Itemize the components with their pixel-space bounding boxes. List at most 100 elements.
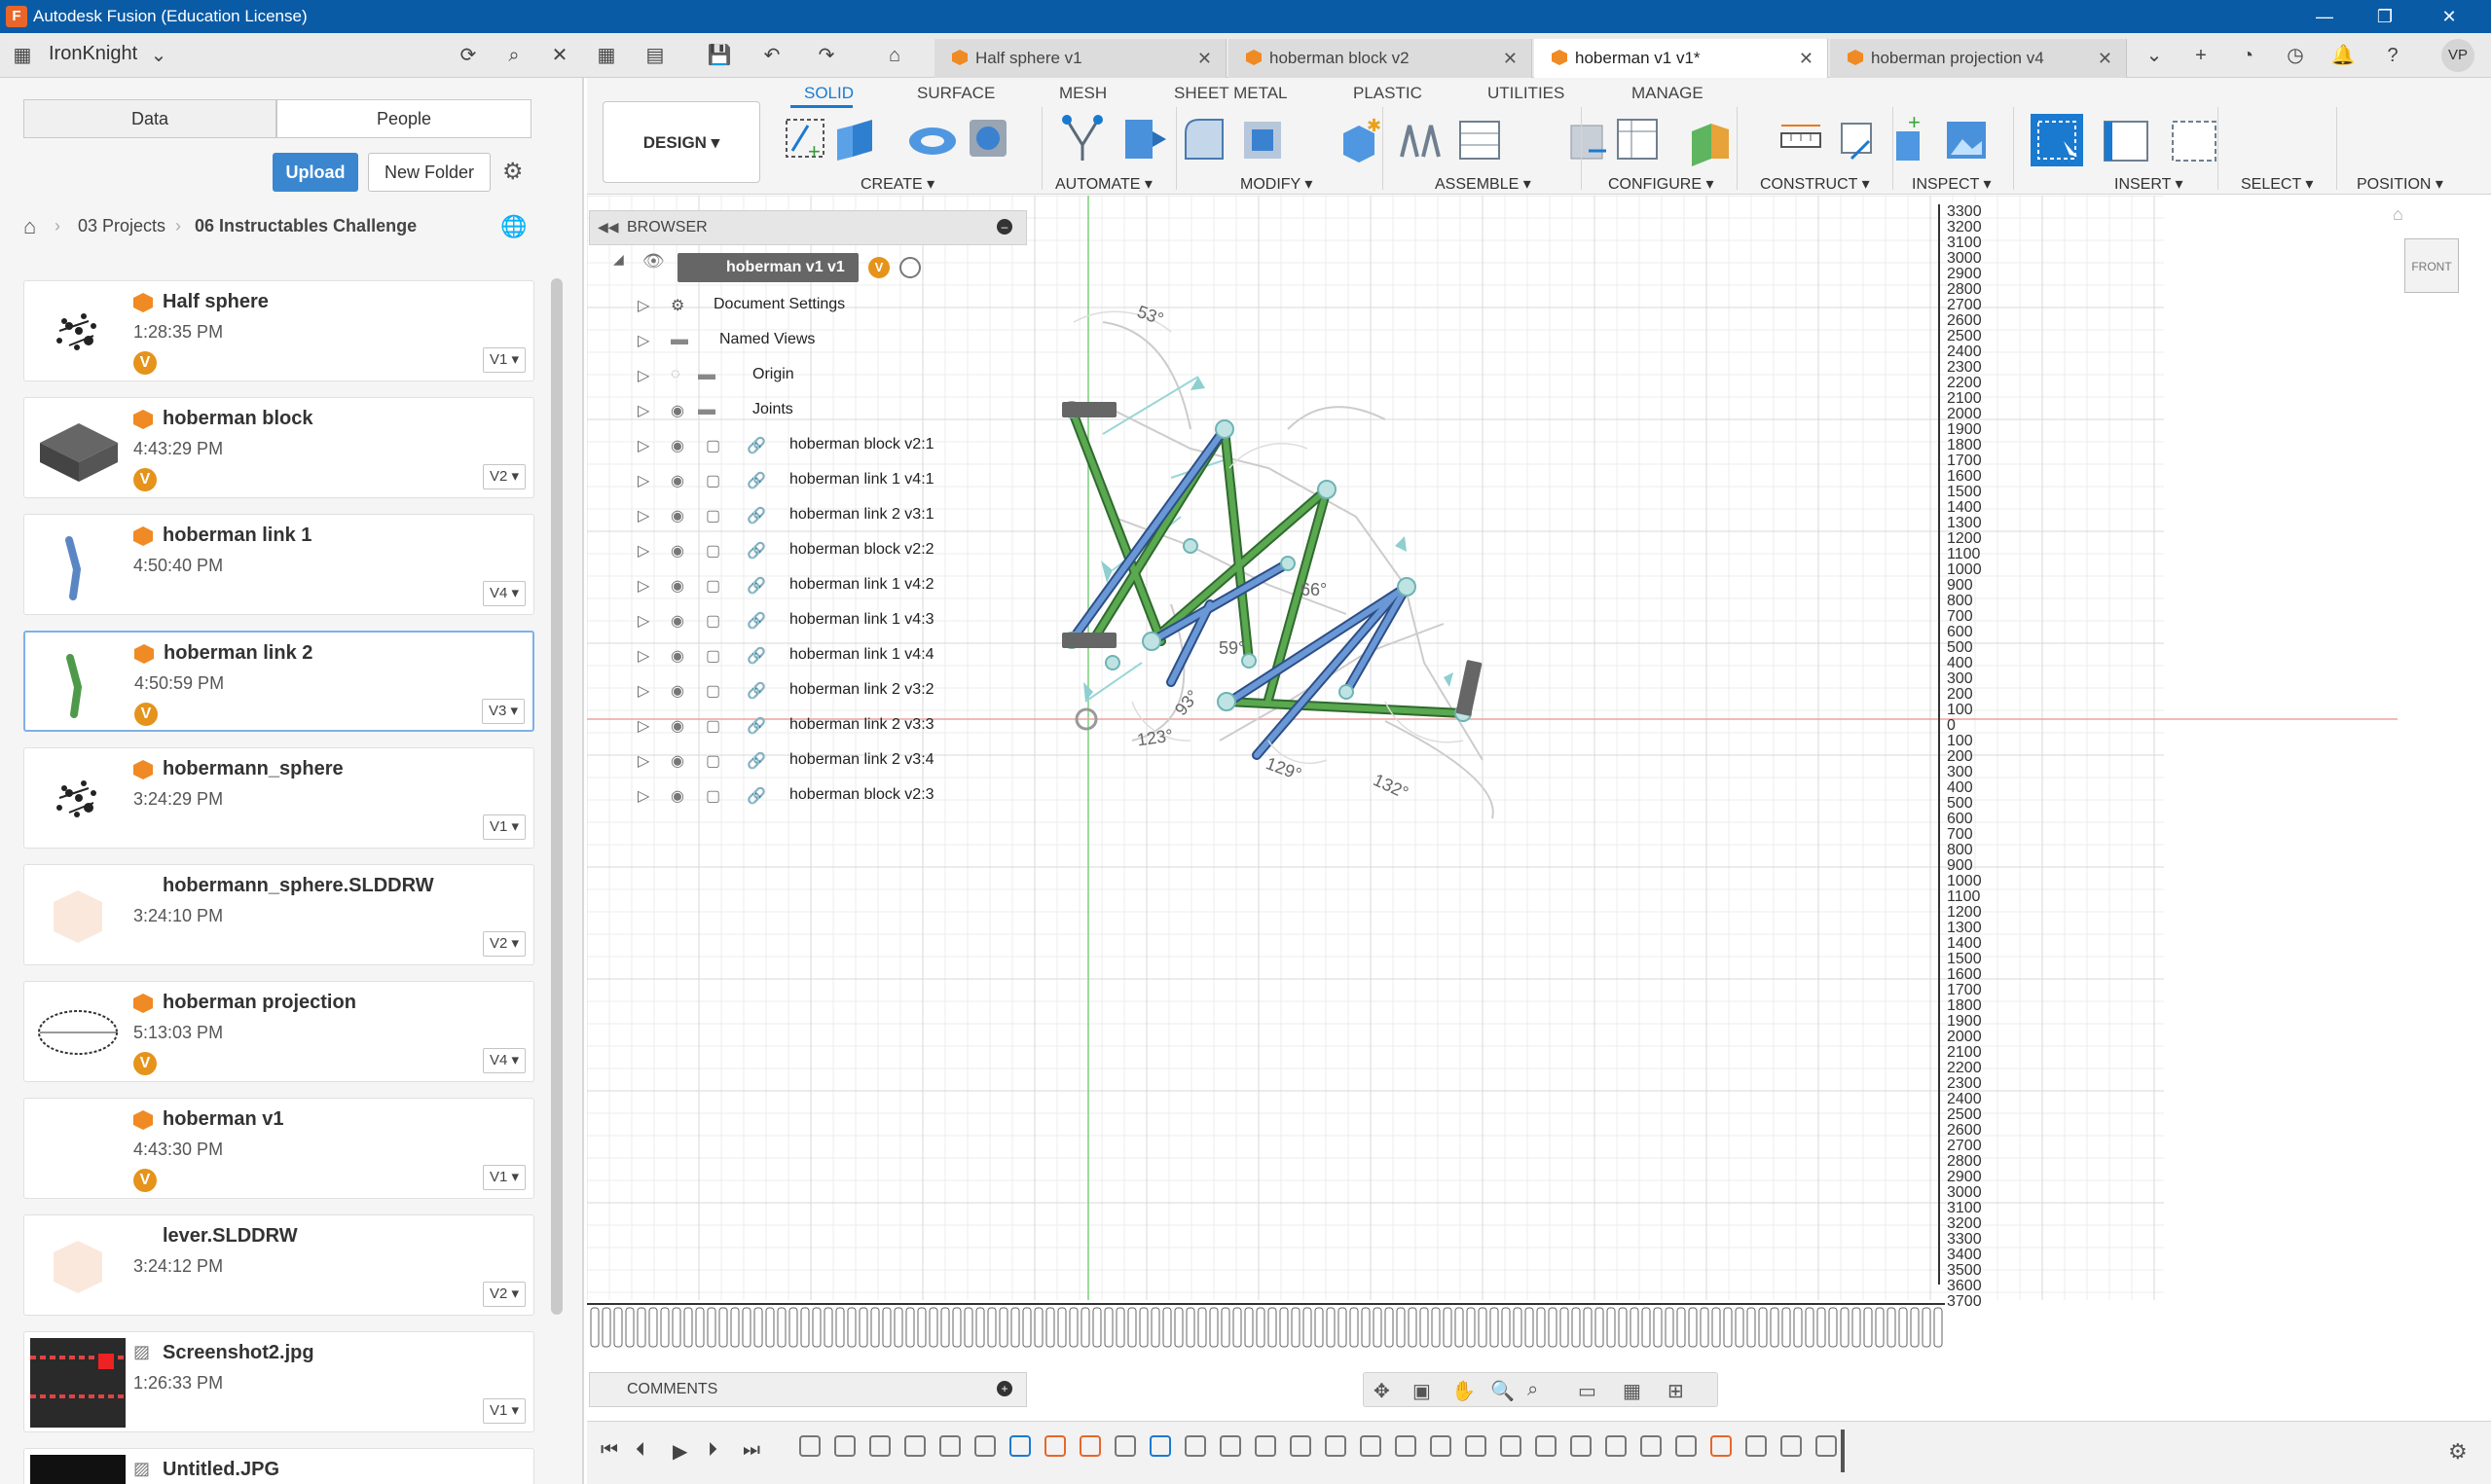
visibility-eye-icon[interactable]: ◉ bbox=[671, 506, 684, 525]
job-status-icon[interactable]: ◷ bbox=[2283, 43, 2308, 68]
activate-radio-icon[interactable] bbox=[899, 257, 921, 278]
visibility-eye-icon[interactable]: ◉ bbox=[671, 436, 684, 455]
timeline-feature-icon[interactable] bbox=[1675, 1435, 1697, 1457]
ribbon-group-configure[interactable]: CONFIGURE ▾ bbox=[1608, 174, 1713, 194]
ribbon-tab-mesh[interactable]: MESH bbox=[1059, 84, 1107, 103]
play-icon[interactable]: ▶ bbox=[673, 1439, 687, 1464]
file-menu-icon[interactable]: ▤ bbox=[642, 43, 668, 68]
timeline-feature-icon[interactable] bbox=[1290, 1435, 1311, 1457]
step-forward-icon[interactable]: ⏵ bbox=[708, 1439, 717, 1462]
expand-arrow-icon[interactable]: ▷ bbox=[638, 611, 649, 631]
expand-arrow-icon[interactable]: ▷ bbox=[638, 296, 649, 315]
version-dropdown[interactable]: V3 ▾ bbox=[482, 699, 525, 724]
timeline-feature-icon[interactable] bbox=[1080, 1435, 1101, 1457]
team-hub-name[interactable]: IronKnight bbox=[49, 43, 137, 65]
timeline-feature-icon[interactable] bbox=[1815, 1435, 1837, 1457]
visibility-eye-icon[interactable]: ◉ bbox=[671, 751, 684, 771]
expand-arrow-icon[interactable]: ▷ bbox=[638, 751, 649, 771]
display-settings-icon[interactable]: ▭ bbox=[1578, 1379, 1596, 1403]
visibility-eye-icon[interactable]: ◉ bbox=[671, 786, 684, 806]
ribbon-group-position[interactable]: POSITION ▾ bbox=[2357, 174, 2443, 194]
file-card[interactable]: hobermann_sphere.SLDDRW 3:24:10 PM V2 ▾ bbox=[23, 864, 534, 965]
hidden-eye-icon[interactable]: ◌ bbox=[671, 366, 680, 383]
file-card[interactable]: ▨ Untitled.JPG bbox=[23, 1448, 534, 1484]
ribbon-tab-sheet-metal[interactable]: SHEET METAL bbox=[1174, 84, 1288, 103]
look-at-icon[interactable]: ▣ bbox=[1412, 1379, 1431, 1403]
ribbon-group-assemble[interactable]: ASSEMBLE ▾ bbox=[1435, 174, 1531, 194]
file-card[interactable]: hoberman v1 4:43:30 PM V V1 ▾ bbox=[23, 1098, 534, 1199]
new-tab-icon[interactable]: + bbox=[2188, 43, 2214, 68]
new-folder-button[interactable]: New Folder bbox=[368, 153, 491, 192]
close-tab-icon[interactable]: ✕ bbox=[1197, 39, 1212, 78]
ribbon-tab-utilities[interactable]: UTILITIES bbox=[1487, 84, 1564, 103]
view-cube[interactable]: FRONT bbox=[2404, 238, 2459, 293]
file-card[interactable]: hoberman link 1 4:50:40 PM V4 ▾ bbox=[23, 514, 534, 615]
settings-gear-icon[interactable]: ⚙ bbox=[502, 158, 524, 186]
file-card[interactable]: hobermann_sphere 3:24:29 PM V1 ▾ bbox=[23, 747, 534, 849]
file-card[interactable]: hoberman block 4:43:29 PM V V2 ▾ bbox=[23, 397, 534, 498]
file-card[interactable]: hoberman link 2 4:50:59 PM V V3 ▾ bbox=[23, 631, 534, 732]
browser-item[interactable]: ▷ ◌ ▬ Origin bbox=[638, 360, 959, 389]
expand-root-icon[interactable]: ◢ bbox=[613, 251, 635, 272]
timeline-feature-icon[interactable] bbox=[834, 1435, 856, 1457]
expand-arrow-icon[interactable]: ▷ bbox=[638, 436, 649, 455]
go-to-end-icon[interactable]: ⏭ bbox=[743, 1439, 760, 1462]
ribbon-group-construct[interactable]: CONSTRUCT ▾ bbox=[1760, 174, 1870, 194]
timeline-feature-icon[interactable] bbox=[1325, 1435, 1346, 1457]
timeline-feature-icon[interactable] bbox=[1044, 1435, 1066, 1457]
browser-item[interactable]: ▷ ◉ ▬ Joints bbox=[638, 395, 959, 424]
timeline-feature-icon[interactable] bbox=[974, 1435, 996, 1457]
help-icon[interactable]: ? bbox=[2380, 43, 2405, 68]
browser-item[interactable]: ▷ ⚙ Document Settings bbox=[638, 290, 959, 319]
file-card[interactable]: hoberman projection 5:13:03 PM V V4 ▾ bbox=[23, 981, 534, 1082]
browser-item[interactable]: ▷ ◉ ▢ 🔗 hoberman block v2:2 bbox=[638, 535, 959, 564]
apps-grid-icon[interactable]: ▦ bbox=[594, 43, 619, 68]
timeline-feature-icon[interactable] bbox=[1570, 1435, 1592, 1457]
expand-arrow-icon[interactable]: ▷ bbox=[638, 576, 649, 596]
browser-root-item[interactable]: hoberman v1 v1 bbox=[678, 253, 859, 282]
browser-item[interactable]: ▷ ◉ ▢ 🔗 hoberman link 1 v4:1 bbox=[638, 465, 959, 494]
globe-icon[interactable]: 🌐 bbox=[500, 214, 527, 239]
ribbon-tab-surface[interactable]: SURFACE bbox=[917, 84, 995, 103]
chevron-down-icon[interactable]: ⌄ bbox=[146, 43, 171, 68]
file-card[interactable]: Half sphere 1:28:35 PM V V1 ▾ bbox=[23, 280, 534, 381]
grid-apps-icon[interactable]: ▦ bbox=[10, 43, 35, 68]
ribbon-group-insert[interactable]: INSERT ▾ bbox=[2114, 174, 2183, 194]
browser-item[interactable]: ▷ ◉ ▢ 🔗 hoberman link 1 v4:2 bbox=[638, 570, 959, 599]
timeline-feature-icon[interactable] bbox=[1465, 1435, 1486, 1457]
viewports-icon[interactable]: ⊞ bbox=[1667, 1379, 1684, 1403]
expand-arrow-icon[interactable]: ▷ bbox=[638, 681, 649, 701]
timeline-feature-icon[interactable] bbox=[1220, 1435, 1241, 1457]
version-dropdown[interactable]: V4 ▾ bbox=[483, 1048, 526, 1073]
browser-item[interactable]: ▷ ◉ ▢ 🔗 hoberman link 2 v3:4 bbox=[638, 745, 959, 775]
notifications-icon[interactable]: 🔔 bbox=[2330, 43, 2356, 68]
timeline-feature-icon[interactable] bbox=[1745, 1435, 1767, 1457]
timeline-marker[interactable] bbox=[1841, 1430, 1845, 1472]
timeline-feature-icon[interactable] bbox=[1605, 1435, 1627, 1457]
extensions-icon[interactable]: ◔ bbox=[2235, 43, 2260, 68]
timeline-feature-icon[interactable] bbox=[1710, 1435, 1732, 1457]
expand-arrow-icon[interactable]: ▷ bbox=[638, 541, 649, 561]
expand-arrow-icon[interactable]: ▷ bbox=[638, 331, 649, 350]
browser-item[interactable]: ▷ ◉ ▢ 🔗 hoberman link 2 v3:3 bbox=[638, 710, 959, 740]
ribbon-group-select[interactable]: SELECT ▾ bbox=[2241, 174, 2313, 194]
upload-button[interactable]: Upload bbox=[273, 153, 358, 192]
restore-icon[interactable]: ❐ bbox=[2356, 0, 2414, 33]
close-tab-icon[interactable]: ✕ bbox=[1503, 39, 1518, 78]
zoom-window-icon[interactable]: ⌕ bbox=[1527, 1379, 1538, 1401]
minimize-panel-icon[interactable]: – bbox=[997, 219, 1012, 235]
refresh-icon[interactable]: ⟳ bbox=[456, 43, 481, 68]
timeline-feature-icon[interactable] bbox=[1395, 1435, 1416, 1457]
ribbon-tab-plastic[interactable]: PLASTIC bbox=[1353, 84, 1422, 103]
visibility-eye-icon[interactable]: ◉ bbox=[671, 681, 684, 701]
file-card[interactable]: lever.SLDDRW 3:24:12 PM V2 ▾ bbox=[23, 1214, 534, 1316]
visibility-eye-icon[interactable]: ◉ bbox=[671, 401, 684, 420]
ribbon-group-modify[interactable]: MODIFY ▾ bbox=[1240, 174, 1312, 194]
step-back-icon[interactable]: ⏴ bbox=[636, 1439, 645, 1462]
visibility-eye-icon[interactable]: ◉ bbox=[671, 611, 684, 631]
timeline-feature-icon[interactable] bbox=[1115, 1435, 1136, 1457]
browser-panel-header[interactable]: ◀◀ BROWSER – bbox=[589, 210, 1027, 245]
timeline-feature-icon[interactable] bbox=[939, 1435, 961, 1457]
go-to-start-icon[interactable]: ⏮ bbox=[601, 1439, 618, 1462]
redo-icon[interactable]: ↷ bbox=[814, 43, 839, 68]
